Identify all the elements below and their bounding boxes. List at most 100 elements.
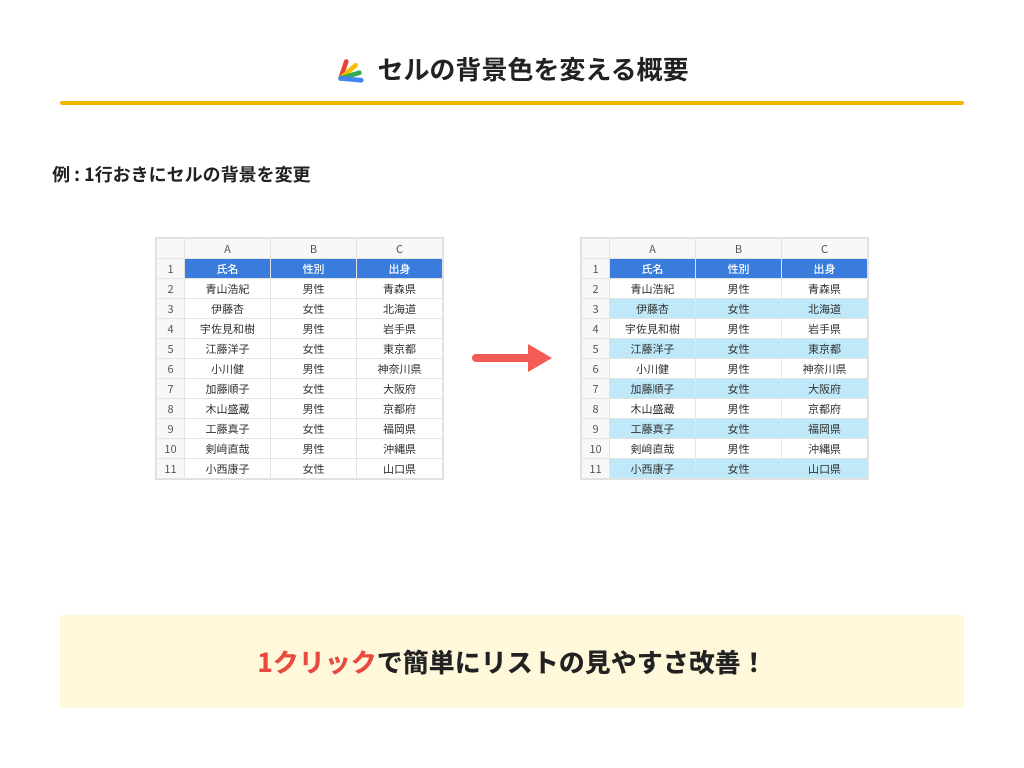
table-cell: 男性 (271, 439, 357, 459)
row-number: 7 (582, 379, 610, 399)
row-number: 9 (582, 419, 610, 439)
table-cell: 宇佐見和樹 (610, 319, 696, 339)
callout-banner: 1クリックで簡単にリストの見やすさ改善！ (60, 615, 964, 708)
table-header: 氏名 (185, 259, 271, 279)
table-cell: 北海道 (782, 299, 868, 319)
table-cell: 女性 (271, 459, 357, 479)
row-number: 11 (157, 459, 185, 479)
table-cell: 小川健 (610, 359, 696, 379)
table-cell: 小川健 (185, 359, 271, 379)
table-cell: 青山浩紀 (185, 279, 271, 299)
arrow-icon (472, 327, 552, 391)
table-cell: 剣﨑直哉 (185, 439, 271, 459)
row-number: 9 (157, 419, 185, 439)
apps-script-logo-icon (335, 54, 365, 84)
table-header: 出身 (782, 259, 868, 279)
table-cell: 神奈川県 (357, 359, 443, 379)
table-cell: 女性 (696, 419, 782, 439)
table-cell: 福岡県 (357, 419, 443, 439)
table-cell: 工藤真子 (185, 419, 271, 439)
sheet-after: A B C 1 氏名 性別 出身 2青山浩紀男性青森県 3伊藤杏女性北海道 4宇… (580, 237, 869, 480)
table-cell: 宇佐見和樹 (185, 319, 271, 339)
col-header: B (696, 239, 782, 259)
table-cell: 京都府 (357, 399, 443, 419)
col-header: B (271, 239, 357, 259)
table-cell: 山口県 (357, 459, 443, 479)
table-cell: 北海道 (357, 299, 443, 319)
table-cell: 男性 (696, 359, 782, 379)
col-header: A (185, 239, 271, 259)
row-number: 1 (582, 259, 610, 279)
table-cell: 木山盛蔵 (610, 399, 696, 419)
table-cell: 青森県 (782, 279, 868, 299)
table-cell: 加藤順子 (185, 379, 271, 399)
table-cell: 福岡県 (782, 419, 868, 439)
table-cell: 女性 (696, 299, 782, 319)
table-cell: 男性 (271, 359, 357, 379)
callout-emphasis: 1クリック (257, 643, 377, 680)
table-cell: 江藤洋子 (185, 339, 271, 359)
row-number: 10 (157, 439, 185, 459)
col-header: C (357, 239, 443, 259)
table-header: 氏名 (610, 259, 696, 279)
row-number: 8 (157, 399, 185, 419)
table-cell: 女性 (271, 339, 357, 359)
row-number: 4 (157, 319, 185, 339)
row-number: 2 (157, 279, 185, 299)
table-cell: 男性 (696, 439, 782, 459)
table-cell: 加藤順子 (610, 379, 696, 399)
sheet-corner (582, 239, 610, 259)
table-cell: 男性 (271, 399, 357, 419)
table-cell: 女性 (271, 419, 357, 439)
row-number: 4 (582, 319, 610, 339)
table-cell: 京都府 (782, 399, 868, 419)
table-cell: 女性 (696, 459, 782, 479)
row-number: 3 (157, 299, 185, 319)
example-subtitle: 例 : 1行おきにセルの背景を変更 (52, 161, 964, 187)
row-number: 5 (157, 339, 185, 359)
row-number: 6 (157, 359, 185, 379)
table-cell: 工藤真子 (610, 419, 696, 439)
table-cell: 男性 (696, 399, 782, 419)
table-cell: 女性 (696, 339, 782, 359)
table-header: 性別 (696, 259, 782, 279)
table-cell: 木山盛蔵 (185, 399, 271, 419)
table-cell: 沖縄県 (357, 439, 443, 459)
table-cell: 青森県 (357, 279, 443, 299)
table-cell: 東京都 (357, 339, 443, 359)
row-number: 5 (582, 339, 610, 359)
table-cell: 伊藤杏 (610, 299, 696, 319)
col-header: A (610, 239, 696, 259)
row-number: 3 (582, 299, 610, 319)
table-cell: 岩手県 (782, 319, 868, 339)
row-number: 7 (157, 379, 185, 399)
table-header: 出身 (357, 259, 443, 279)
table-cell: 女性 (271, 299, 357, 319)
table-cell: 伊藤杏 (185, 299, 271, 319)
table-cell: 神奈川県 (782, 359, 868, 379)
table-cell: 小西康子 (610, 459, 696, 479)
table-cell: 大阪府 (357, 379, 443, 399)
table-cell: 女性 (271, 379, 357, 399)
table-cell: 男性 (696, 319, 782, 339)
table-cell: 大阪府 (782, 379, 868, 399)
table-cell: 小西康子 (185, 459, 271, 479)
table-cell: 東京都 (782, 339, 868, 359)
table-cell: 男性 (696, 279, 782, 299)
sheet-before: A B C 1 氏名 性別 出身 2青山浩紀男性青森県 3伊藤杏女性北海道 4宇… (155, 237, 444, 480)
row-number: 6 (582, 359, 610, 379)
callout-text: で簡単にリストの見やすさ改善！ (377, 643, 767, 680)
table-header: 性別 (271, 259, 357, 279)
table-cell: 山口県 (782, 459, 868, 479)
table-cell: 岩手県 (357, 319, 443, 339)
row-number: 2 (582, 279, 610, 299)
table-cell: 沖縄県 (782, 439, 868, 459)
col-header: C (782, 239, 868, 259)
sheets-comparison: A B C 1 氏名 性別 出身 2青山浩紀男性青森県 3伊藤杏女性北海道 4宇… (60, 237, 964, 480)
row-number: 11 (582, 459, 610, 479)
table-cell: 男性 (271, 319, 357, 339)
table-cell: 青山浩紀 (610, 279, 696, 299)
title-underline (60, 101, 964, 105)
page-title: セルの背景色を変える概要 (377, 50, 688, 87)
table-cell: 男性 (271, 279, 357, 299)
